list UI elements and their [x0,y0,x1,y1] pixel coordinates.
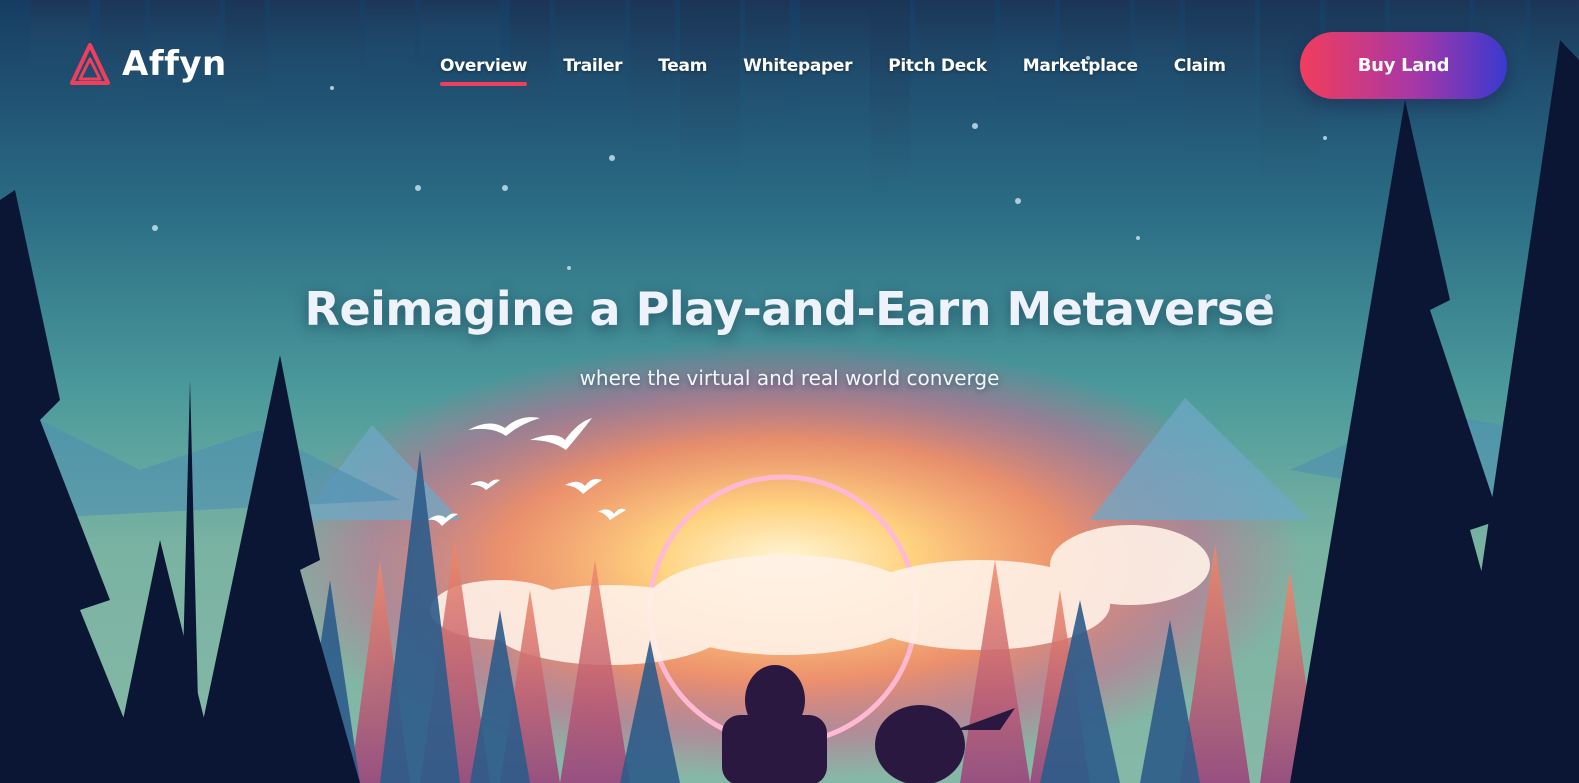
hero-subtitle: where the virtual and real world converg… [579,366,1000,390]
landing-page: Affyn Overview Trailer Team Whitepaper P… [0,0,1579,783]
nav-item-pitch-deck[interactable]: Pitch Deck [888,56,987,80]
hero-title: Reimagine a Play-and-Earn Metaverse [304,282,1275,336]
brand-logo[interactable]: Affyn [70,40,227,88]
nav-item-whitepaper[interactable]: Whitepaper [743,56,852,80]
affyn-logo-icon [70,43,110,85]
buy-land-button[interactable]: Buy Land [1300,32,1507,99]
hero-section: Reimagine a Play-and-Earn Metaverse wher… [0,282,1579,390]
nav-item-overview[interactable]: Overview [440,56,528,86]
nav-item-trailer[interactable]: Trailer [563,56,622,80]
nav-item-team[interactable]: Team [658,56,707,80]
nav-item-marketplace[interactable]: Marketplace [1023,56,1138,80]
main-nav: Overview Trailer Team Whitepaper Pitch D… [440,50,1226,86]
brand-name: Affyn [122,44,227,84]
site-header: Affyn Overview Trailer Team Whitepaper P… [0,0,1579,130]
nav-item-claim[interactable]: Claim [1174,56,1226,80]
